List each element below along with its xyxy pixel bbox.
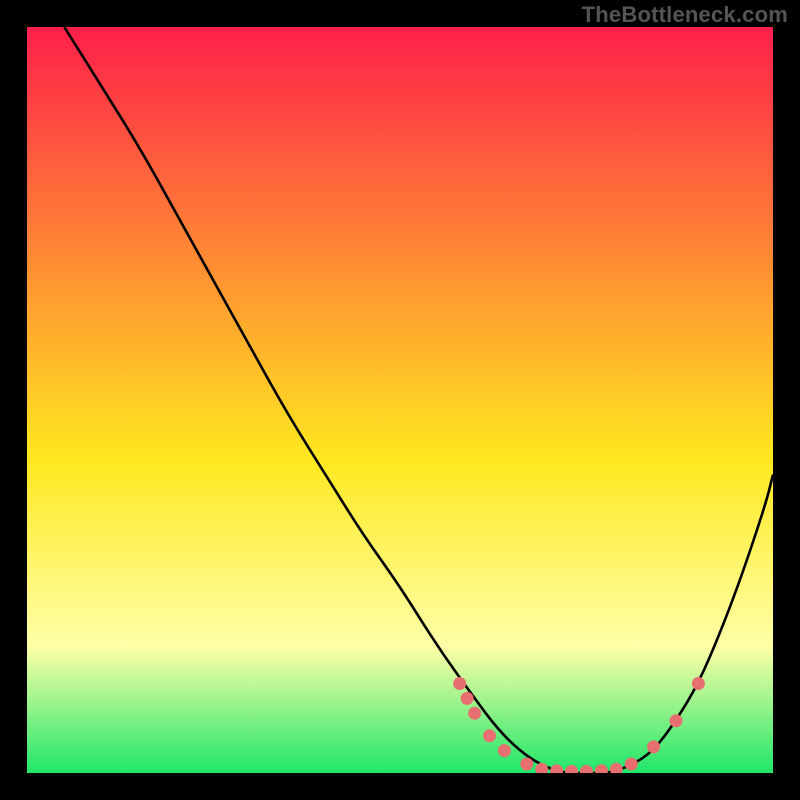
plot-area [27,27,773,773]
gradient-background [27,27,773,773]
watermark-text: TheBottleneck.com [582,2,788,28]
marker-dot [498,744,511,757]
marker-dot [670,714,683,727]
plot-svg [27,27,773,773]
marker-dot [483,729,496,742]
chart-stage: TheBottleneck.com [0,0,800,800]
marker-dot [692,677,705,690]
marker-dot [520,758,533,771]
marker-dot [453,677,466,690]
marker-dot [625,758,638,771]
marker-dot [468,707,481,720]
marker-dot [461,692,474,705]
marker-dot [647,740,660,753]
